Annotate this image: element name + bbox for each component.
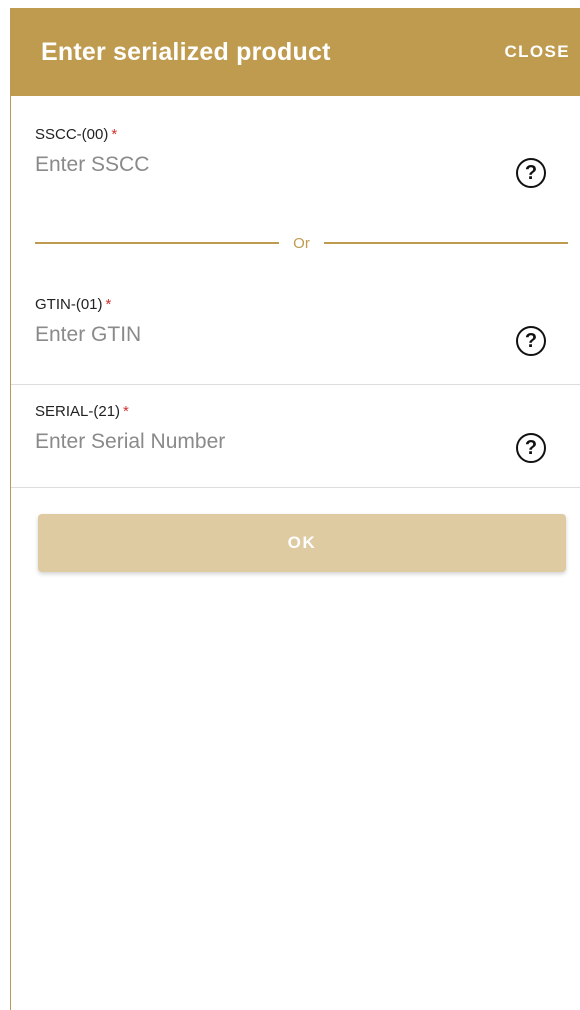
separator-line-right [323, 242, 569, 244]
gtin-label-text: GTIN-(01) [35, 296, 103, 313]
gtin-label: GTIN-(01) * [35, 296, 556, 313]
required-asterisk: * [111, 126, 118, 143]
separator-line-left [35, 242, 280, 244]
close-button[interactable]: CLOSE [504, 42, 570, 62]
serial-input[interactable] [35, 430, 475, 454]
dialog-title: Enter serialized product [41, 37, 331, 66]
serial-label-text: SERIAL-(21) [35, 403, 121, 420]
required-asterisk: * [105, 296, 112, 313]
serialized-product-dialog: Enter serialized product CLOSE SSCC-(00)… [10, 8, 580, 1010]
gtin-field: GTIN-(01)* ? [11, 258, 580, 385]
dialog-header: Enter serialized product CLOSE [11, 8, 580, 96]
sscc-input[interactable] [35, 153, 475, 177]
sscc-label: SSCC-(00) * [35, 126, 556, 143]
ok-button[interactable]: OK [38, 514, 566, 572]
or-text: Or [293, 234, 310, 252]
serial-label: SERIAL-(21) * [35, 403, 556, 420]
gtin-help-icon[interactable]: ? [516, 326, 546, 356]
serial-help-icon[interactable]: ? [516, 433, 546, 463]
serial-field: SERIAL-(21)* ? [11, 385, 580, 488]
or-separator: Or [11, 228, 580, 258]
sscc-label-text: SSCC-(00) [35, 126, 109, 143]
sscc-field: SSCC-(00)* ? [11, 96, 580, 228]
required-asterisk: * [123, 403, 129, 420]
gtin-input[interactable] [35, 323, 475, 347]
sscc-help-icon[interactable]: ? [516, 158, 546, 188]
